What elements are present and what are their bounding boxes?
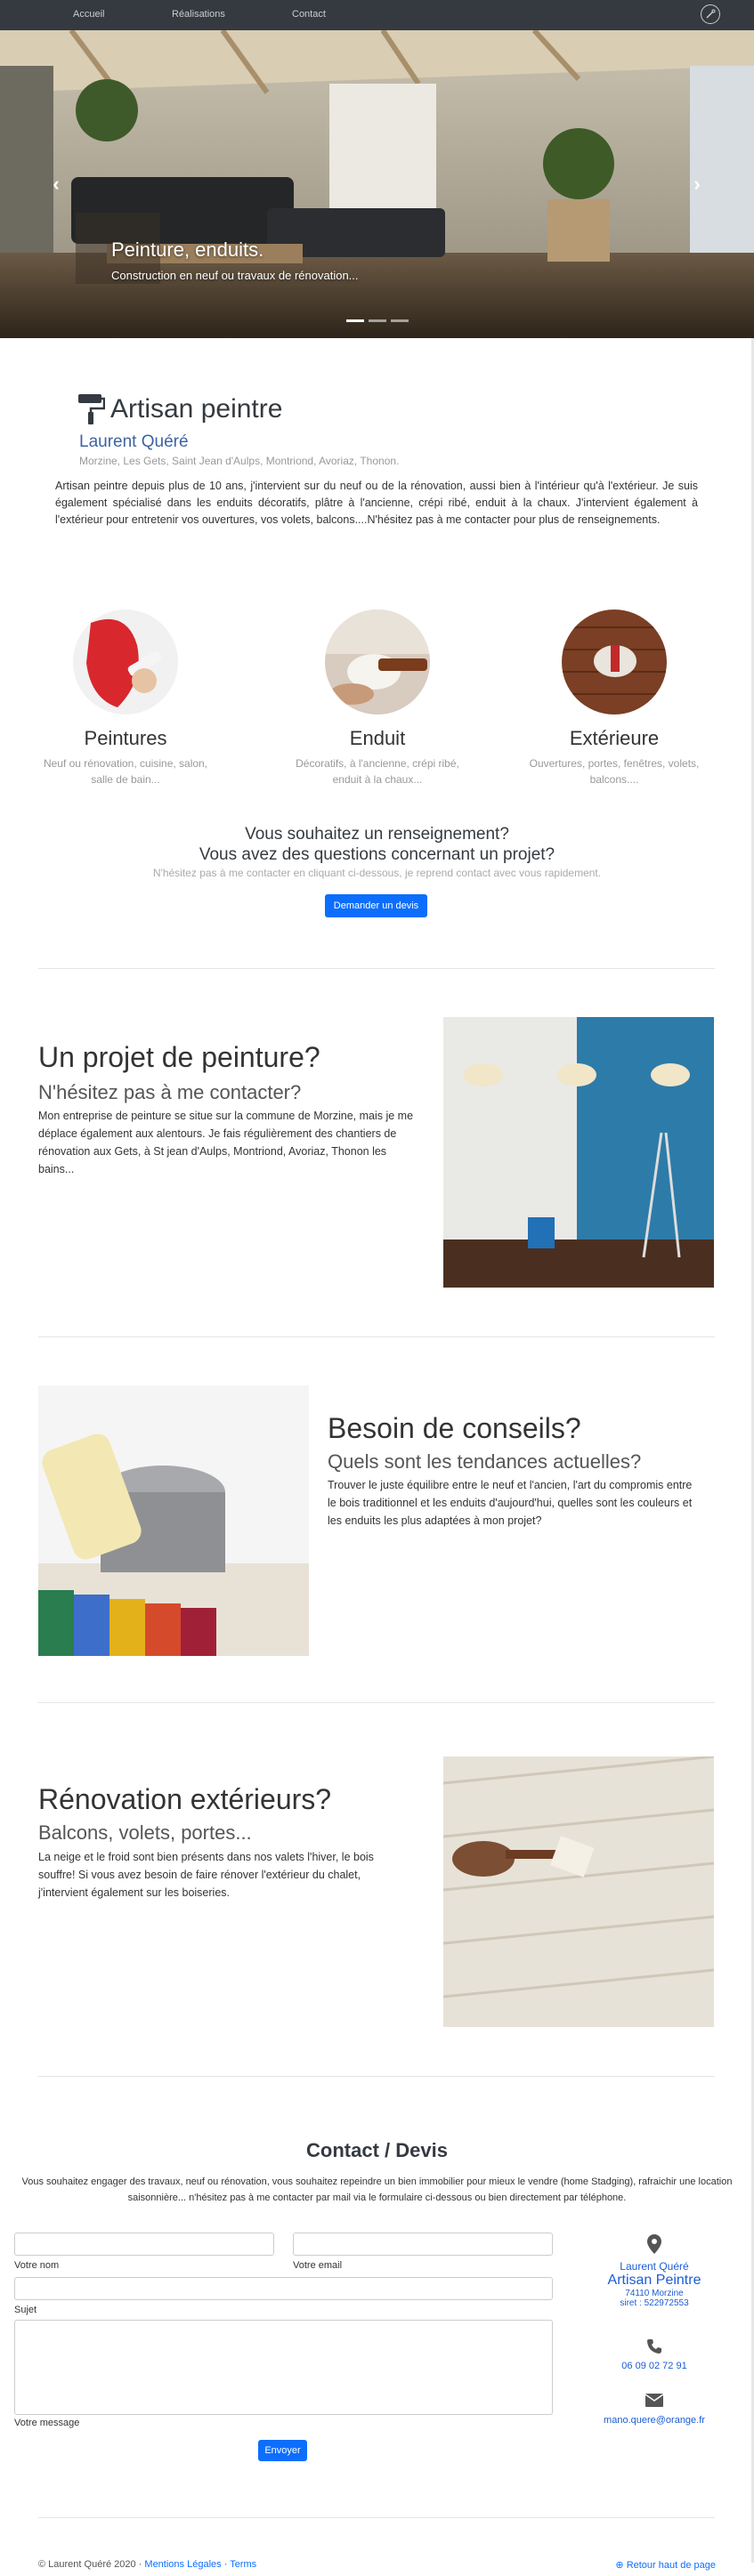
feature-image-renovation	[443, 1756, 714, 2027]
feature-title: Besoin de conseils?	[328, 1412, 581, 1444]
service-title: Enduit	[349, 727, 406, 749]
divider	[38, 2076, 715, 2077]
contact-text: Vous souhaitez engager des travaux, neuf…	[21, 2176, 733, 2203]
feature-subtitle: Balcons, volets, portes...	[38, 1821, 252, 1844]
nav-link-realisations[interactable]: Réalisations	[172, 9, 225, 20]
intro-text: Artisan peintre depuis plus de 10 ans, j…	[55, 480, 698, 526]
contact-name: Laurent Quéré	[620, 2260, 689, 2273]
cta-line-1: Vous souhaitez un renseignement?	[245, 825, 509, 844]
contact-title: Contact / Devis	[306, 2139, 448, 2161]
feature-title: Rénovation extérieurs?	[38, 1783, 332, 1815]
back-to-top-label: Retour haut de page	[626, 2560, 716, 2571]
carousel-caption: Peinture, enduits. Construction en neuf …	[111, 238, 359, 282]
contact-company: Artisan Peintre	[607, 2273, 701, 2288]
carousel-prev-button[interactable]: ‹	[47, 173, 65, 199]
paint-roller-icon	[78, 394, 106, 424]
contact-phone: 06 09 02 72 91	[588, 2338, 721, 2371]
service-title: Peintures	[84, 727, 167, 749]
service-image-exterieure	[562, 610, 667, 715]
message-textarea[interactable]	[14, 2320, 553, 2415]
map-marker-icon	[647, 2234, 661, 2254]
divider	[38, 968, 715, 969]
envelope-icon	[645, 2394, 664, 2407]
divider	[38, 1336, 715, 1337]
feature-text: La neige et le froid sont bien présents …	[38, 1851, 374, 1899]
navbar: Accueil Réalisations Contact	[0, 0, 754, 30]
email-label: Votre email	[293, 2260, 343, 2271]
hero-image	[0, 30, 754, 338]
subject-input[interactable]	[14, 2277, 553, 2300]
brush-icon	[706, 9, 716, 19]
feature-subtitle: Quels sont les tendances actuelles?	[328, 1450, 642, 1473]
subject-label: Sujet	[14, 2305, 37, 2315]
terms-link[interactable]: Terms	[230, 2559, 256, 2570]
carousel-title: Peinture, enduits.	[111, 238, 264, 261]
hero-carousel: ‹ › Peinture, enduits. Construction en n…	[0, 30, 754, 338]
message-label: Votre message	[14, 2418, 80, 2428]
intro-name: Laurent Quéré	[79, 432, 189, 451]
legal-link[interactable]: Mentions Légales	[144, 2559, 221, 2570]
nav-link-contact[interactable]: Contact	[292, 9, 326, 20]
service-exterieure: Extérieure Ouvertures, portes, fenêtres,…	[525, 610, 703, 787]
intro-title: Artisan peintre	[110, 394, 283, 424]
feature-subtitle: N'hésitez pas à me contacter?	[38, 1081, 302, 1103]
arrow-up-circle-icon: ⊕	[615, 2560, 624, 2571]
service-image-enduit	[325, 610, 430, 715]
service-title: Extérieure	[569, 727, 660, 749]
email-input[interactable]	[293, 2233, 553, 2256]
service-enduit: Enduit Décoratifs, à l'ancienne, crépi r…	[288, 610, 466, 787]
name-input[interactable]	[14, 2233, 274, 2256]
copyright-text: © Laurent Quéré 2020 ·	[38, 2559, 142, 2570]
menu-toggle-button[interactable]	[701, 4, 720, 24]
footer-separator: ·	[223, 2559, 228, 2570]
back-to-top-link[interactable]: ⊕ Retour haut de page	[615, 2559, 716, 2571]
carousel-indicator-3[interactable]	[391, 319, 409, 322]
divider	[38, 1702, 715, 1703]
name-label: Votre nom	[14, 2260, 60, 2271]
nav-link-accueil[interactable]: Accueil	[73, 9, 104, 20]
carousel-indicator-1[interactable]	[346, 319, 364, 322]
feature-image-conseils	[38, 1385, 309, 1656]
phone-icon	[647, 2339, 661, 2354]
service-text: Décoratifs, à l'ancienne, crépi ribé, en…	[296, 757, 459, 786]
cta-line-2: Vous avez des questions concernant un pr…	[199, 845, 555, 864]
feature-text: Trouver le juste équilibre entre le neuf…	[328, 1479, 693, 1527]
intro-header: Artisan peintre	[78, 394, 282, 429]
feature-title: Un projet de peinture?	[38, 1041, 320, 1073]
cta-subtitle: N'hésitez pas à me contacter en cliquant…	[152, 867, 602, 879]
footer-copyright: © Laurent Quéré 2020 · Mentions Légales …	[38, 2559, 256, 2570]
carousel-subtitle: Construction en neuf ou travaux de rénov…	[111, 269, 359, 282]
divider	[38, 2517, 715, 2518]
service-peintures: Peintures Neuf ou rénovation, cuisine, s…	[36, 610, 215, 787]
service-image-peintures	[73, 610, 178, 715]
feature-image-projet	[443, 1017, 714, 1288]
contact-city: 74110 Morzine	[625, 2289, 684, 2298]
contact-phone-number[interactable]: 06 09 02 72 91	[588, 2361, 721, 2371]
feature-text: Mon entreprise de peinture se situe sur …	[38, 1110, 414, 1175]
contact-email-address[interactable]: mano.quere@orange.fr	[588, 2415, 721, 2426]
carousel-next-button[interactable]: ›	[688, 173, 706, 199]
intro-locations: Morzine, Les Gets, Saint Jean d'Aulps, M…	[79, 455, 400, 467]
cta-title: Vous souhaitez un renseignement? Vous av…	[0, 824, 754, 865]
chevron-right-icon: ›	[693, 173, 701, 195]
carousel-indicator-2[interactable]	[369, 319, 386, 322]
contact-email: mano.quere@orange.fr	[588, 2394, 721, 2426]
send-button[interactable]: Envoyer	[258, 2440, 307, 2461]
service-text: Ouvertures, portes, fenêtres, volets, ba…	[529, 757, 700, 786]
contact-address: Laurent Quéré Artisan Peintre 74110 Morz…	[588, 2234, 721, 2308]
contact-siret: siret : 522972553	[620, 2298, 689, 2308]
service-text: Neuf ou rénovation, cuisine, salon, sall…	[43, 757, 208, 786]
request-quote-button[interactable]: Demander un devis	[325, 894, 427, 917]
chevron-left-icon: ‹	[53, 173, 60, 195]
